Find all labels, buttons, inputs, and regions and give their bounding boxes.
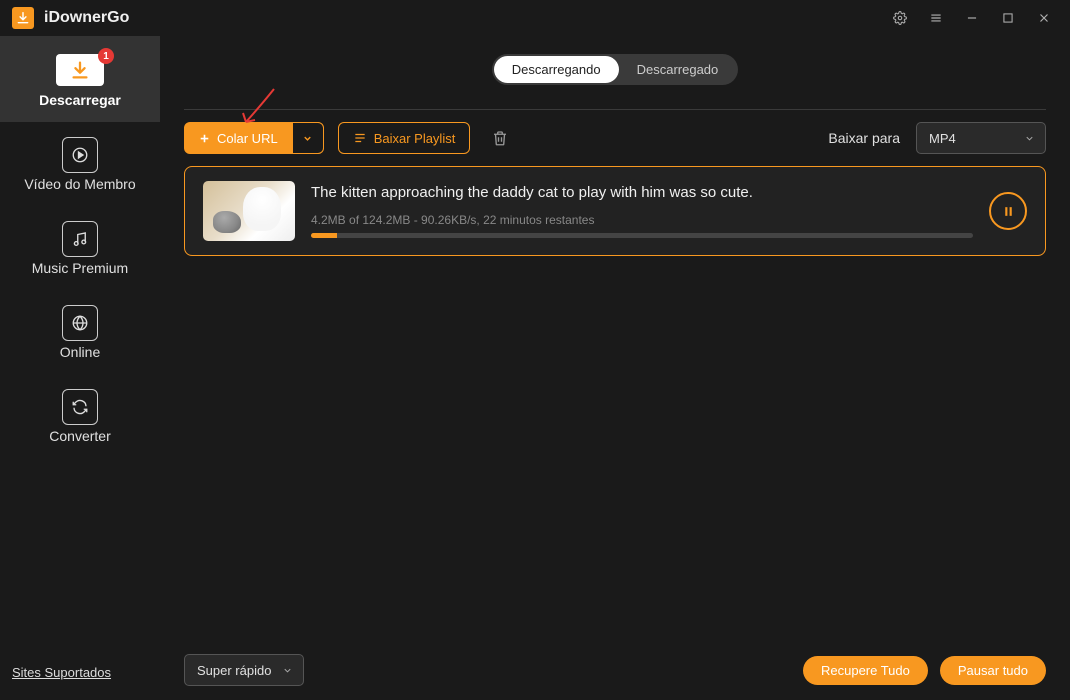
- titlebar: iDownerGo: [0, 0, 1070, 36]
- download-icon: 1: [56, 54, 104, 86]
- speed-select[interactable]: Super rápido: [184, 654, 304, 686]
- sidebar-item-converter[interactable]: Converter: [0, 374, 160, 458]
- sidebar-item-download[interactable]: 1 Descarregar: [0, 36, 160, 122]
- globe-icon: [62, 305, 98, 341]
- chevron-down-icon: [282, 665, 293, 676]
- sidebar: 1 Descarregar Vídeo do Membro Music Prem…: [0, 36, 160, 700]
- tab-group: Descarregando Descarregado: [492, 54, 739, 85]
- music-icon: [62, 221, 98, 257]
- close-button[interactable]: [1026, 0, 1062, 36]
- toolbar: Colar URL Baixar Playlist Baixar para MP…: [160, 110, 1070, 166]
- app-title: iDownerGo: [44, 9, 129, 27]
- play-icon: [62, 137, 98, 173]
- app-logo: [12, 7, 34, 29]
- tab-downloading[interactable]: Descarregando: [494, 56, 619, 83]
- progress-bar: [311, 233, 973, 238]
- refresh-icon: [62, 389, 98, 425]
- download-badge: 1: [98, 48, 114, 64]
- sidebar-item-label: Online: [60, 344, 100, 360]
- pointer-arrow-icon: [234, 84, 284, 139]
- progress-fill: [311, 233, 337, 238]
- sidebar-item-label: Descarregar: [39, 92, 121, 108]
- playlist-label: Baixar Playlist: [374, 131, 456, 146]
- download-to-label: Baixar para: [828, 130, 900, 146]
- download-title: The kitten approaching the daddy cat to …: [311, 184, 973, 201]
- sidebar-item-online[interactable]: Online: [0, 290, 160, 374]
- speed-value: Super rápido: [197, 663, 271, 678]
- sidebar-item-member-video[interactable]: Vídeo do Membro: [0, 122, 160, 206]
- settings-button[interactable]: [882, 0, 918, 36]
- paste-url-dropdown[interactable]: [292, 122, 324, 154]
- sidebar-item-label: Converter: [49, 428, 110, 444]
- download-item[interactable]: The kitten approaching the daddy cat to …: [184, 166, 1046, 256]
- supported-sites-link[interactable]: Sites Suportados: [12, 665, 111, 680]
- download-playlist-button[interactable]: Baixar Playlist: [338, 122, 471, 154]
- recover-all-button[interactable]: Recupere Tudo: [803, 656, 928, 685]
- download-meta: 4.2MB of 124.2MB - 90.26KB/s, 22 minutos…: [311, 213, 973, 227]
- sidebar-item-label: Music Premium: [32, 260, 128, 276]
- tab-downloaded[interactable]: Descarregado: [619, 56, 737, 83]
- minimize-button[interactable]: [954, 0, 990, 36]
- chevron-down-icon: [1024, 133, 1035, 144]
- video-thumbnail: [203, 181, 295, 241]
- content-area: Descarregando Descarregado Colar URL Bai…: [160, 36, 1070, 700]
- menu-button[interactable]: [918, 0, 954, 36]
- footer: Super rápido Recupere Tudo Pausar tudo: [160, 642, 1070, 700]
- maximize-button[interactable]: [990, 0, 1026, 36]
- download-list: The kitten approaching the daddy cat to …: [160, 166, 1070, 642]
- sidebar-item-music[interactable]: Music Premium: [0, 206, 160, 290]
- format-value: MP4: [929, 131, 956, 146]
- pause-all-button[interactable]: Pausar tudo: [940, 656, 1046, 685]
- pause-button[interactable]: [989, 192, 1027, 230]
- format-select[interactable]: MP4: [916, 122, 1046, 154]
- trash-button[interactable]: [484, 122, 516, 154]
- sidebar-item-label: Vídeo do Membro: [24, 176, 135, 192]
- pause-icon: [1002, 205, 1015, 218]
